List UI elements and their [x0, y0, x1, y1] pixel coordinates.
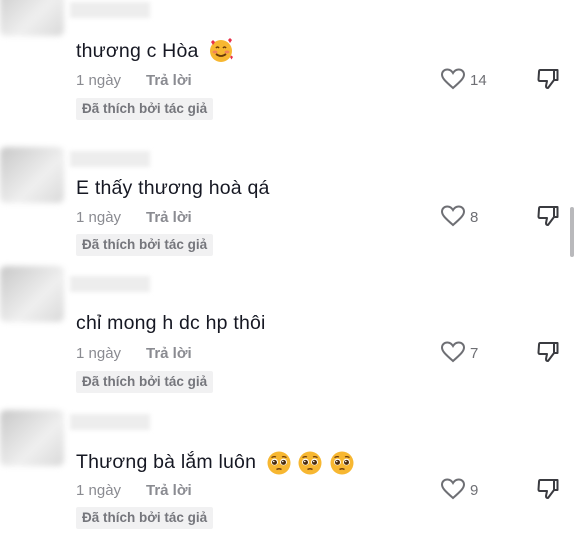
comment-text: thương c Hòa [76, 37, 234, 63]
liked-by-author-badge: Đã thích bởi tác giả [76, 371, 214, 393]
dislike-icon[interactable] [537, 341, 559, 363]
pleading-face-icon [298, 451, 322, 475]
comment-text-content: Thương bà lắm luôn [76, 451, 257, 474]
comment-text: chỉ mong h dc hp thôi [76, 312, 266, 335]
liked-by-author-badge: Đã thích bởi tác giả [76, 98, 214, 120]
avatar[interactable] [0, 0, 64, 36]
heart-icon[interactable] [440, 478, 466, 500]
like-count: 14 [470, 72, 487, 89]
dislike-icon[interactable] [537, 478, 559, 500]
heart-icon[interactable] [440, 205, 466, 227]
like-count: 7 [470, 345, 479, 362]
comment-text-content: thương c Hòa [76, 40, 199, 62]
reply-button[interactable]: Trả lời [146, 345, 192, 362]
pleading-face-icon [267, 451, 291, 475]
pleading-face-icon [330, 451, 354, 475]
dislike-icon[interactable] [537, 68, 559, 90]
comment-text-content: chỉ mong h dc hp thôi [76, 312, 266, 334]
heart-icon[interactable] [440, 341, 466, 363]
smiling-face-hearts-icon [210, 37, 234, 62]
heart-icon[interactable] [440, 68, 466, 90]
username-blurred[interactable] [70, 2, 150, 18]
username-blurred[interactable] [70, 276, 150, 292]
comment-text: E thấy thương hoà qá [76, 177, 270, 200]
avatar[interactable] [0, 266, 64, 322]
comment-time: 1 ngày [76, 72, 122, 89]
dislike-icon[interactable] [537, 205, 559, 227]
comment-time: 1 ngày [76, 209, 122, 226]
comment-time: 1 ngày [76, 345, 122, 362]
reply-button[interactable]: Trả lời [146, 72, 192, 89]
username-blurred[interactable] [70, 414, 150, 430]
username-blurred[interactable] [70, 151, 150, 167]
reply-button[interactable]: Trả lời [146, 482, 192, 499]
comment-time: 1 ngày [76, 482, 122, 499]
comment-text: Thương bà lắm luôn [76, 450, 355, 476]
avatar[interactable] [0, 410, 64, 466]
comment-text-content: E thấy thương hoà qá [76, 177, 270, 199]
scrollbar[interactable] [570, 207, 574, 257]
avatar[interactable] [0, 147, 64, 203]
reply-button[interactable]: Trả lời [146, 209, 192, 226]
like-count: 9 [470, 482, 479, 499]
emoji-group [266, 451, 355, 475]
liked-by-author-badge: Đã thích bởi tác giả [76, 234, 214, 256]
like-count: 8 [470, 209, 479, 226]
liked-by-author-badge: Đã thích bởi tác giả [76, 507, 214, 529]
